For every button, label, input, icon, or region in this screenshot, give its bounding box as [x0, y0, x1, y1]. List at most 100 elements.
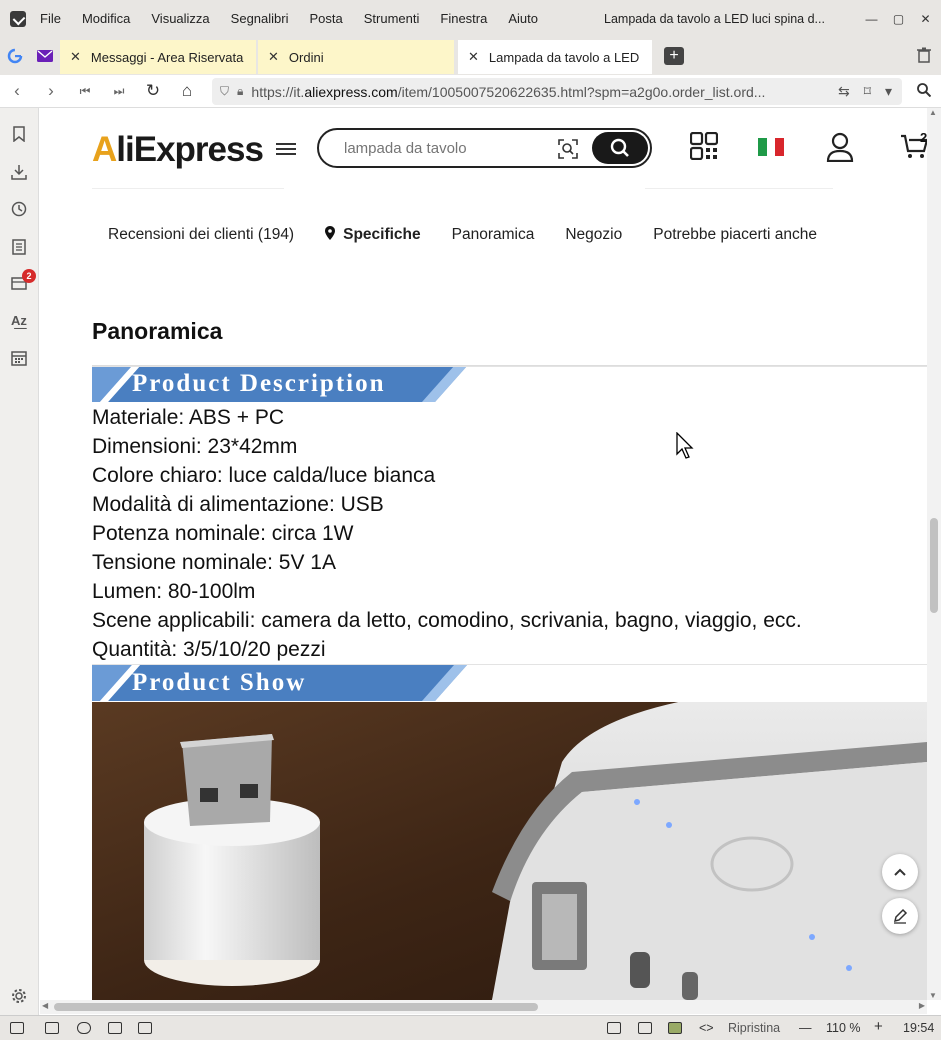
- navigation-bar: ‹ › ⏮ ⏭ ↻ ⌂ ⛉ 🔒︎ https://it.aliexpress.c…: [0, 75, 941, 108]
- spec-line: Lumen: 80-100lm: [92, 580, 256, 603]
- new-tab-icon[interactable]: +: [664, 47, 684, 65]
- tab-messaggi[interactable]: ✕ Messaggi - Area Riservata: [60, 40, 256, 74]
- sync-cloud-icon[interactable]: [77, 1022, 91, 1034]
- vertical-scrollbar[interactable]: ▲ ▼: [927, 108, 941, 1000]
- chevron-up-icon: [894, 868, 906, 876]
- scroll-up-icon[interactable]: ▲: [929, 108, 937, 117]
- zoom-in-button[interactable]: +: [874, 1018, 883, 1035]
- bookmarks-icon[interactable]: [10, 126, 28, 144]
- mail-status-icon[interactable]: [108, 1022, 122, 1034]
- google-icon[interactable]: [0, 37, 30, 75]
- zoom-out-button[interactable]: —: [799, 1021, 812, 1035]
- vertical-scroll-thumb[interactable]: [930, 518, 938, 613]
- translate-icon[interactable]: ⇆: [838, 83, 850, 100]
- menu-visualizza[interactable]: Visualizza: [151, 11, 209, 26]
- zoom-level: 110 %: [826, 1021, 861, 1035]
- banner-text: Product Description: [132, 370, 386, 397]
- fast-forward-icon[interactable]: ⏭: [102, 84, 136, 99]
- rewind-icon[interactable]: ⏮: [68, 84, 102, 99]
- menu-finestra[interactable]: Finestra: [440, 11, 487, 26]
- browser-sidebar: 2 A͟z: [0, 108, 39, 1015]
- vivaldi-logo-icon[interactable]: [10, 10, 26, 27]
- tab-ordini[interactable]: ✕ Ordini: [258, 40, 454, 74]
- product-photo[interactable]: [92, 702, 927, 1000]
- menu-file[interactable]: File: [40, 11, 61, 26]
- window-icon[interactable]: [638, 1022, 652, 1034]
- menu-strumenti[interactable]: Strumenti: [364, 11, 420, 26]
- site-search-input[interactable]: [344, 139, 534, 157]
- scroll-down-icon[interactable]: ▼: [929, 991, 937, 1000]
- scroll-to-top-button[interactable]: [882, 854, 918, 890]
- horizontal-scroll-thumb[interactable]: [54, 1003, 538, 1011]
- downloads-icon[interactable]: [10, 164, 28, 182]
- forward-icon[interactable]: ›: [34, 81, 68, 101]
- spec-line: Modalità di alimentazione: USB: [92, 493, 384, 516]
- mail-icon[interactable]: [30, 37, 60, 75]
- menu-modifica[interactable]: Modifica: [82, 11, 130, 26]
- address-bar[interactable]: ⛉ 🔒︎ https://it.aliexpress.com/item/1005…: [212, 78, 902, 105]
- minimize-icon[interactable]: —: [864, 11, 879, 26]
- url-text[interactable]: https://it.aliexpress.com/item/100500752…: [251, 84, 838, 100]
- close-icon[interactable]: ✕: [918, 11, 933, 26]
- panel-toggle-icon[interactable]: [10, 1022, 24, 1034]
- search-icon[interactable]: [917, 83, 932, 101]
- tab-close-icon[interactable]: ✕: [468, 49, 479, 65]
- status-bar: <> Ripristina — 110 % + 19:54: [0, 1015, 941, 1040]
- anchor-recensioni[interactable]: Recensioni dei clienti (194): [108, 226, 294, 244]
- spec-line: Potenza nominale: circa 1W: [92, 522, 354, 545]
- tab-close-icon[interactable]: ✕: [268, 49, 279, 65]
- settings-gear-icon[interactable]: [10, 988, 28, 1006]
- notes-icon[interactable]: [10, 239, 28, 257]
- home-icon[interactable]: ⌂: [170, 81, 204, 101]
- anchor-panoramica[interactable]: Panoramica: [452, 226, 535, 244]
- account-icon[interactable]: [826, 132, 854, 162]
- spec-line: Colore chiaro: luce calda/luce bianca: [92, 464, 436, 487]
- tab-lampada[interactable]: ✕ Lampada da tavolo a LED l: [458, 40, 652, 74]
- anchor-potrebbe-piacerti[interactable]: Potrebbe piacerti anche: [653, 226, 817, 244]
- tab-tiling-icon[interactable]: [45, 1022, 59, 1034]
- anchor-negozio[interactable]: Negozio: [565, 226, 622, 244]
- scroll-left-icon[interactable]: ◀: [42, 1001, 48, 1010]
- section-title: Panoramica: [92, 318, 223, 344]
- hamburger-menu-icon[interactable]: [276, 140, 296, 156]
- trash-icon[interactable]: [917, 47, 931, 66]
- tab-label: Lampada da tavolo a LED l: [488, 49, 642, 65]
- spec-line: Tensione nominale: 5V 1A: [92, 551, 336, 574]
- maximize-icon[interactable]: ▢: [891, 11, 906, 26]
- mail-badge: 2: [22, 269, 36, 283]
- feedback-button[interactable]: [882, 898, 918, 934]
- code-icon[interactable]: <>: [699, 1021, 714, 1035]
- history-icon[interactable]: [10, 201, 28, 219]
- menu-segnalibri[interactable]: Segnalibri: [231, 11, 289, 26]
- calendar-status-icon[interactable]: [138, 1022, 152, 1034]
- bookmark-icon[interactable]: ⌑: [864, 83, 871, 100]
- zoom-reset-button[interactable]: Ripristina: [728, 1021, 780, 1035]
- spec-line: Materiale: ABS + PC: [92, 406, 285, 429]
- page-viewport[interactable]: AliExpress 2 Recensioni dei clienti (194…: [40, 108, 927, 1000]
- scroll-right-icon[interactable]: ▶: [919, 1001, 925, 1010]
- menu-posta[interactable]: Posta: [310, 11, 343, 26]
- site-search-box[interactable]: [317, 128, 652, 168]
- shield-icon[interactable]: ⛉: [220, 84, 229, 99]
- images-icon[interactable]: [668, 1022, 682, 1034]
- aliexpress-logo[interactable]: AliExpress: [92, 130, 264, 170]
- product-anchor-nav: Recensioni dei clienti (194) Specifiche …: [108, 226, 848, 244]
- location-pin-icon: [325, 226, 336, 240]
- product-description-banner: Product Description: [92, 366, 467, 402]
- horizontal-scrollbar[interactable]: ◀ ▶: [40, 1000, 927, 1014]
- anchor-specifiche[interactable]: Specifiche: [325, 226, 421, 244]
- qr-code-icon[interactable]: [690, 132, 718, 160]
- chevron-down-icon[interactable]: ▾: [885, 83, 892, 100]
- menu-aiuto[interactable]: Aiuto: [508, 11, 538, 26]
- lock-icon[interactable]: 🔒︎: [237, 84, 243, 99]
- product-specs: Materiale: ABS + PC Dimensioni: 23*42mm …: [92, 403, 802, 664]
- screenshot-icon[interactable]: [607, 1022, 621, 1034]
- image-search-icon[interactable]: [558, 139, 578, 159]
- tab-close-icon[interactable]: ✕: [70, 49, 81, 65]
- reload-icon[interactable]: ↻: [136, 81, 170, 101]
- calendar-icon[interactable]: [10, 350, 28, 368]
- italy-flag-icon[interactable]: [758, 138, 785, 156]
- back-icon[interactable]: ‹: [0, 81, 34, 101]
- translate-panel-icon[interactable]: A͟z: [10, 313, 28, 331]
- site-search-button[interactable]: [592, 132, 648, 164]
